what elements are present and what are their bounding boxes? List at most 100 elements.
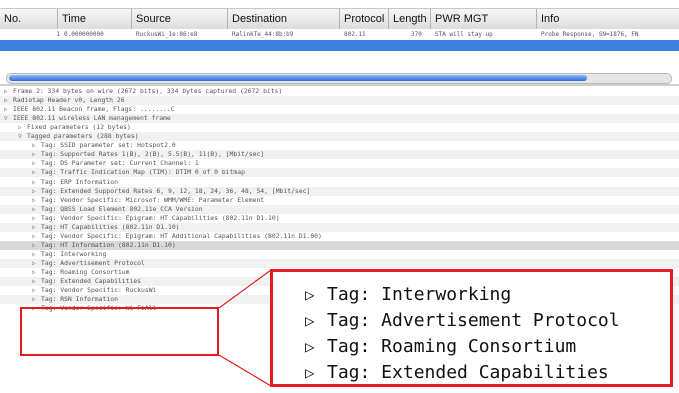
packet-list-empty-area [0,51,679,72]
column-header-pwr-mgt[interactable]: PWR MGT [431,9,537,29]
tree-row-label: Tag: RSN Information [41,295,118,304]
packet-pwr-mgt: STA will stay up [435,31,493,38]
tree-row[interactable]: ▷ Tag: QBSS Load Element 802.11e CCA Vers… [0,204,679,214]
tree-row[interactable]: ▷ Tag: HT Information (802.11n D1.10) [0,240,679,250]
tree-row-label: Fixed parameters (12 bytes) [27,123,131,132]
packet-length: 370 [411,31,422,38]
column-header-length[interactable]: Length [389,9,431,29]
packet-destination: RalinkTe_44:8b:b9 [232,31,294,38]
tree-row[interactable]: ▷ Tag: Advertisement Protocol [0,258,679,268]
expand-triangle-icon[interactable]: ▷ [32,214,38,223]
packet-info: Probe Response, SN=1876, FN [541,31,639,38]
tree-row[interactable]: ▷ Tag: ERP Information [0,178,679,187]
tree-row[interactable]: ▷ Tag: Vendor Specific: Epigram: HT Addit… [0,232,679,241]
tree-row-label: Tag: Extended Capabilities [41,277,142,286]
tree-row-label: Tag: Extended Supported Rates 6, 9, 12, … [41,186,311,195]
tree-row[interactable]: ▷ Tag: Traffic Indication Map (TIM): DTIM… [0,168,679,178]
tree-row[interactable]: ▷ Tag: Supported Rates 1(B), 2(B), 5.5(B)… [0,150,679,160]
tree-row-label: Tag: Vendor Specific: Epigram: HT Capabi… [41,213,280,222]
tree-row[interactable]: ▷ Radiotap Header v0, Length 26 [0,96,679,106]
column-header-destination[interactable]: Destination [228,9,340,29]
zoom-row: ▷ Tag: Interworking [305,283,511,307]
expand-triangle-icon[interactable]: ▷ [32,168,38,177]
tree-row[interactable]: ▽ Tagged parameters (288 bytes) [0,132,679,142]
packet-time: 0.000000000 [64,31,104,38]
zoom-row-label: Tag: Interworking [327,284,512,305]
expand-triangle-icon[interactable]: ▷ [32,250,38,259]
tree-row-label: Tag: QBSS Load Element 802.11e CCA Versi… [41,204,203,213]
expand-triangle-icon[interactable]: ▷ [32,259,38,268]
tree-row-label: IEEE 802.11 Beacon frame, Flags: .......… [13,105,175,114]
tree-row-label: Tag: HT Information (802.11n D1.10) [41,240,176,249]
tree-row-label: Tag: Traffic Indication Map (TIM): DTIM … [41,168,245,177]
tree-row[interactable]: ▷ IEEE 802.11 Beacon frame, Flags: ......… [0,105,679,114]
tree-row[interactable]: ▷ Frame 2: 334 bytes on wire (2672 bits),… [0,87,679,96]
packet-list-header: No. Time Source Destination Protocol Len… [0,8,679,30]
tree-row-label: Frame 2: 334 bytes on wire (2672 bits), … [13,87,283,95]
expand-triangle-icon[interactable]: ▷ [32,223,38,232]
expand-triangle-icon[interactable]: ▷ [4,105,10,114]
tree-row-label: Tag: Advertisement Protocol [41,258,145,267]
tree-row-label: Tag: SSID parameter set: Hotspot2.0 [41,141,176,150]
zoom-row: ▷ Tag: Roaming Consortium [305,335,576,359]
expand-triangle-icon[interactable]: ▷ [305,309,323,333]
packet-protocol: 802.11 [344,31,366,38]
expand-triangle-icon[interactable]: ▷ [305,361,323,385]
tree-row-label: IEEE 802.11 wireless LAN management fram… [13,114,171,123]
tree-row[interactable]: ▷ Fixed parameters (12 bytes) [0,123,679,132]
pane-divider[interactable] [0,84,679,86]
tree-row-label: Tag: Vendor Specific: RuckusWi [41,286,157,295]
tree-row[interactable]: ▷ Tag: Vendor Specific: Epigram: HT Capab… [0,214,679,223]
wireshark-window: No. Time Source Destination Protocol Len… [0,0,679,393]
zoom-row: ▷ Tag: Extended Capabilities [305,361,609,385]
expand-triangle-icon[interactable]: ▷ [32,196,38,205]
column-header-protocol[interactable]: Protocol [340,9,389,29]
expand-triangle-icon[interactable]: ▷ [32,205,38,214]
expand-triangle-icon[interactable]: ▷ [32,141,38,150]
tree-row[interactable]: ▷ Tag: Vendor Specific: Microsof: WMM/WME… [0,196,679,205]
expand-triangle-icon[interactable]: ▷ [32,178,38,187]
expand-triangle-icon[interactable]: ▷ [32,268,38,277]
expand-triangle-icon[interactable]: ▷ [32,277,38,286]
column-header-no[interactable]: No. [0,9,58,29]
horizontal-scrollbar[interactable] [6,73,672,84]
tree-row[interactable]: ▷ Tag: HT Capabilities (802.11n D1.10) [0,222,679,232]
column-header-info[interactable]: Info [537,9,679,29]
tree-row-label: Radiotap Header v0, Length 26 [13,96,125,105]
expand-triangle-icon[interactable]: ▷ [32,286,38,295]
tree-row-label: Tag: Roaming Consortium [41,268,130,276]
expand-triangle-icon[interactable]: ▷ [32,187,38,196]
expand-triangle-icon[interactable]: ▷ [4,96,10,105]
expand-triangle-icon[interactable]: ▷ [32,232,38,241]
collapse-triangle-icon[interactable]: ▽ [4,114,10,123]
tree-row[interactable]: ▷ Tag: Interworking [0,250,679,259]
tree-row-label: Tag: ERP Information [41,177,118,186]
column-header-source[interactable]: Source [132,9,228,29]
expand-triangle-icon[interactable]: ▷ [305,335,323,359]
tree-row[interactable]: ▷ Tag: SSID parameter set: Hotspot2.0 [0,141,679,150]
highlight-box-small [20,307,219,356]
tree-row-label: Tag: HT Capabilities (802.11n D1.10) [41,222,180,231]
expand-triangle-icon[interactable]: ▷ [18,123,24,132]
zoom-row-label: Tag: Advertisement Protocol [327,310,620,331]
zoom-row-label: Tag: Extended Capabilities [327,362,609,383]
zoom-callout: ▷ Tag: Interworking ▷ Tag: Advertisement P… [270,269,673,387]
zoom-row: ▷ Tag: Advertisement Protocol [305,309,620,333]
expand-triangle-icon[interactable]: ▷ [32,241,38,250]
selected-packet-row[interactable] [0,40,679,51]
expand-triangle-icon[interactable]: ▷ [32,150,38,159]
expand-triangle-icon[interactable]: ▷ [305,283,323,307]
scrollbar-thumb[interactable] [9,75,587,81]
expand-triangle-icon[interactable]: ▷ [32,295,38,304]
zoom-row-label: Tag: Roaming Consortium [327,336,577,357]
tree-row-label: Tag: Interworking [41,249,107,258]
tree-row-label: Tag: Vendor Specific: Epigram: HT Additi… [41,231,322,240]
expand-triangle-icon[interactable]: ▷ [4,87,10,96]
tree-row[interactable]: ▷ Tag: Extended Supported Rates 6, 9, 12,… [0,186,679,196]
tree-row[interactable]: ▽ IEEE 802.11 wireless LAN management fra… [0,114,679,124]
collapse-triangle-icon[interactable]: ▽ [18,132,24,141]
packet-row[interactable]: 1 0.000000000 RuckusWi_1e:86:e8 RalinkTe… [0,29,679,40]
column-header-time[interactable]: Time [58,9,132,29]
expand-triangle-icon[interactable]: ▷ [32,159,38,168]
tree-row[interactable]: ▷ Tag: DS Parameter set: Current Channel:… [0,159,679,168]
